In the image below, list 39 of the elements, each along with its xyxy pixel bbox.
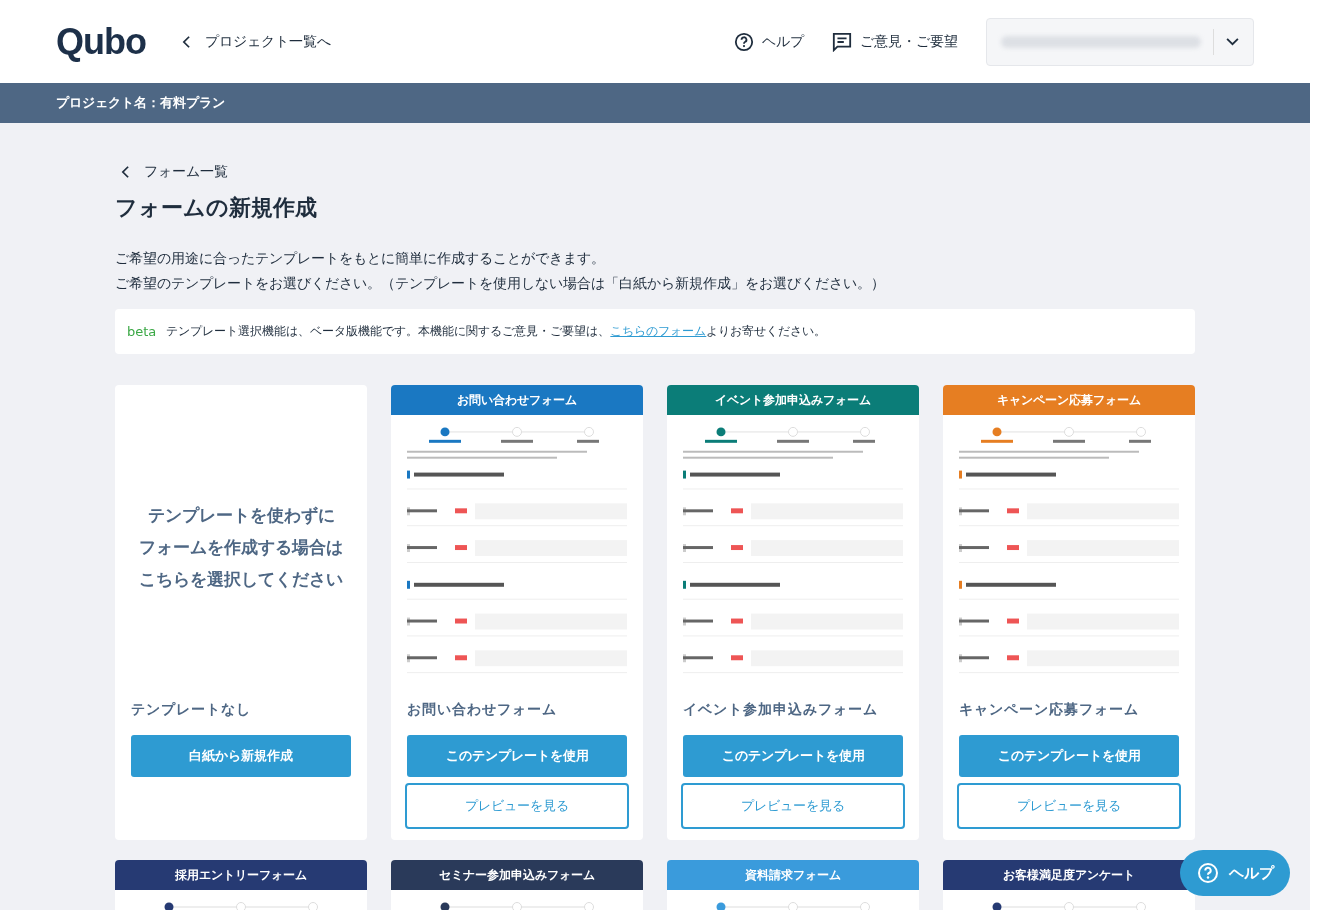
preview-title: 資料請求フォーム	[745, 866, 841, 884]
blank-message: テンプレートを使わずに フォームを作成する場合は こちらを選択してください	[138, 504, 344, 591]
feedback-form-link[interactable]: こちらのフォーム	[610, 324, 707, 338]
preview-title: お客様満足度アンケート	[1003, 866, 1135, 884]
comment-icon	[832, 31, 852, 52]
preview-title: 採用エントリーフォーム	[175, 866, 307, 884]
preview-title: イベント参加申込みフォーム	[715, 391, 871, 409]
preview-title: お問い合わせフォーム	[457, 391, 577, 409]
preview-button[interactable]: プレビューを見る	[405, 783, 629, 829]
notice-text: テンプレート選択機能は、ベータ版機能です。本機能に関するご意見・ご要望は、こちらのフォームよりお寄せください。	[166, 323, 827, 340]
use-template-button[interactable]: このテンプレートを使用	[407, 735, 627, 777]
help-icon	[734, 31, 754, 52]
chevron-down-icon	[1226, 37, 1239, 46]
preview-button[interactable]: プレビューを見る	[681, 783, 905, 829]
help-button[interactable]: ヘルプ	[1180, 850, 1290, 896]
chevron-left-icon	[121, 165, 130, 179]
help-link[interactable]: ヘルプ	[734, 31, 804, 52]
page-title: フォームの新規作成	[115, 194, 318, 222]
use-template-button[interactable]: このテンプレートを使用	[959, 735, 1179, 777]
preview-button[interactable]: プレビューを見る	[957, 783, 1181, 829]
account-dropdown[interactable]	[986, 17, 1254, 66]
use-template-button[interactable]: 白紙から新規作成	[131, 735, 351, 777]
template-name: イベント参加申込みフォーム	[683, 701, 879, 719]
use-template-button[interactable]: このテンプレートを使用	[683, 735, 903, 777]
template-name: お問い合わせフォーム	[407, 701, 558, 719]
preview-title: セミナー参加申込みフォーム	[439, 866, 595, 884]
feedback-link[interactable]: ご意見・ご要望	[832, 31, 958, 52]
preview-title: キャンペーン応募フォーム	[997, 391, 1141, 409]
description: ご希望の用途に合ったテンプレートをもとに簡単に作成することができます。	[115, 249, 606, 268]
help-icon	[1196, 862, 1219, 884]
template-name: キャンペーン応募フォーム	[959, 701, 1140, 719]
chevron-left-icon	[182, 34, 191, 49]
beta-tag: beta	[127, 324, 157, 339]
back-link[interactable]: プロジェクト一覧へ	[182, 32, 331, 51]
back-link[interactable]: フォーム一覧	[121, 163, 1195, 181]
description: ご希望のテンプレートをお選びください。（テンプレートを使用しない場合は「白紙から新規作成」をお選びください。）	[115, 274, 886, 293]
project-name: プロジェクト名：有料プラン	[56, 94, 225, 112]
template-name: テンプレートなし	[131, 701, 252, 719]
logo[interactable]: Qubo	[56, 20, 146, 63]
